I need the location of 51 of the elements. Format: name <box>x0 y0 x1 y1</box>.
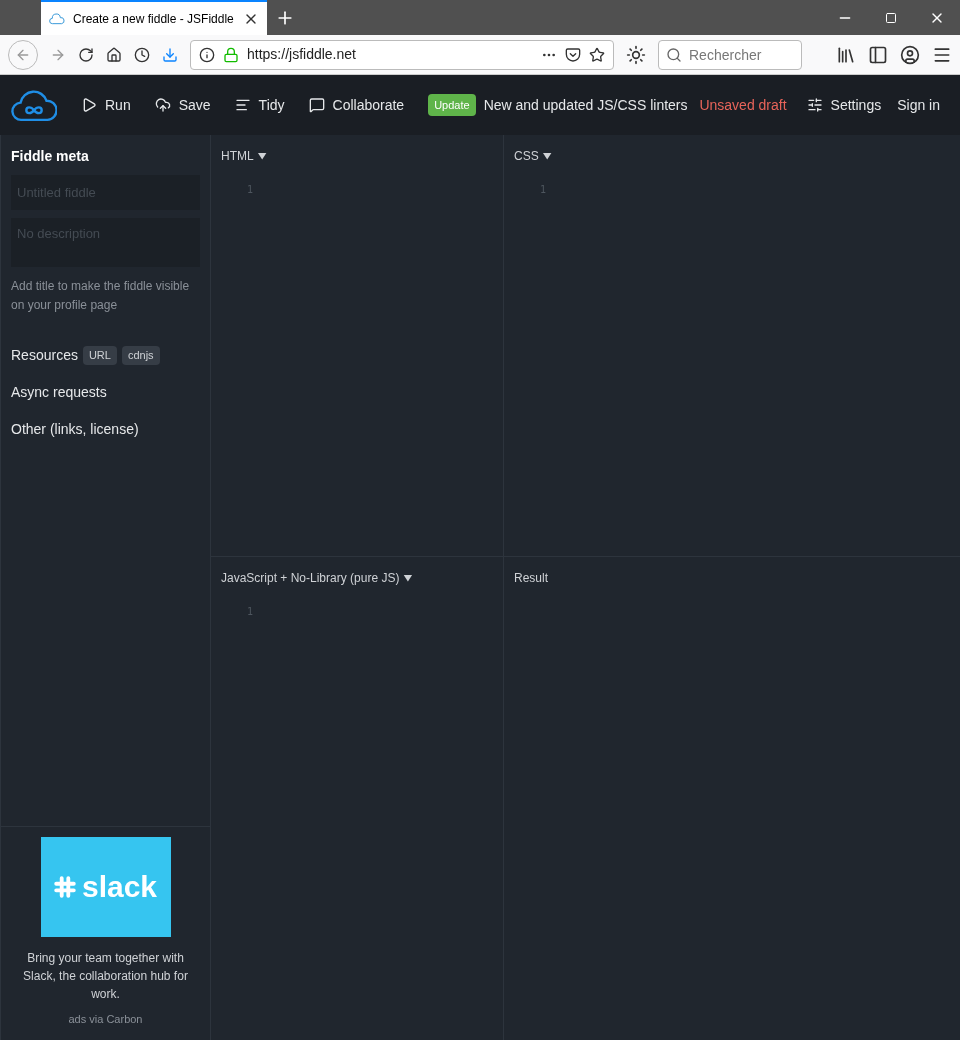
pocket-icon[interactable] <box>565 46 581 63</box>
sidebar-section-link[interactable]: Other (links, license) <box>11 419 139 440</box>
toolbar-button[interactable]: Tidy <box>234 94 285 116</box>
sliders-icon <box>806 97 823 113</box>
ad-credit[interactable]: ads via Carbon <box>68 1011 143 1028</box>
panel-title: Result <box>514 570 548 587</box>
clock-icon[interactable] <box>134 46 150 63</box>
draft-status: Unsaved draft <box>699 95 787 115</box>
lines-icon <box>234 97 251 113</box>
resource-tag[interactable]: URL <box>82 346 117 365</box>
announcement-link[interactable]: New and updated JS/CSS linters <box>483 94 688 116</box>
toolbar-button[interactable]: Collaborate <box>308 94 405 116</box>
lock-icon <box>223 46 239 63</box>
search-field[interactable]: Rechercher <box>658 39 802 70</box>
hint-text: Add title to make the fiddle visible on your profile page <box>11 278 191 314</box>
download-icon[interactable] <box>162 46 178 63</box>
sidebar-section-link[interactable]: Async requests <box>11 382 107 403</box>
maximize-icon[interactable] <box>885 11 897 24</box>
dropdown-caret-icon[interactable] <box>403 574 413 582</box>
panel-title: JavaScript + No-Library (pure JS) <box>221 570 400 587</box>
star-icon[interactable] <box>589 46 605 63</box>
account-icon[interactable] <box>900 44 920 65</box>
cloud-upload-icon <box>154 97 171 113</box>
speech-bubble-icon <box>308 97 325 113</box>
resource-tag[interactable]: cdnjs <box>121 346 160 365</box>
cloud-logo-icon[interactable] <box>11 88 57 122</box>
toolbar-button[interactable]: Run <box>81 94 131 116</box>
reload-icon[interactable] <box>78 46 94 63</box>
info-icon <box>199 46 215 63</box>
logo-text: slack <box>81 872 158 902</box>
toolbar-button[interactable]: Save <box>154 94 211 116</box>
sign-in-link[interactable]: Sign in <box>897 94 940 116</box>
url-text: https://jsfiddle.net <box>247 45 357 64</box>
tab-title: Create a new fiddle - JSFiddle <box>73 10 235 28</box>
home-icon[interactable] <box>106 46 122 63</box>
panel-title: CSS <box>514 148 539 165</box>
ad-text: Bring your team together with Slack, the collaboration hub for work. <box>22 950 189 1003</box>
dropdown-caret-icon[interactable] <box>542 152 552 160</box>
dropdown-caret-icon[interactable] <box>257 152 267 160</box>
settings-button[interactable]: Settings <box>806 94 882 116</box>
browser-tab[interactable]: Create a new fiddle - JSFiddle <box>41 0 267 35</box>
panel-title: HTML <box>221 148 254 165</box>
cloud-icon <box>49 12 65 25</box>
address-bar[interactable]: https://jsfiddle.net <box>190 39 614 70</box>
hash-logo-icon <box>53 876 76 898</box>
search-icon <box>666 46 682 63</box>
sidebar-title: Fiddle meta <box>11 147 90 166</box>
play-icon <box>81 97 97 113</box>
update-badge: Update <box>428 93 476 117</box>
sidebar-section-link[interactable]: Resources <box>11 345 78 366</box>
sidebar-icon[interactable] <box>868 44 888 65</box>
